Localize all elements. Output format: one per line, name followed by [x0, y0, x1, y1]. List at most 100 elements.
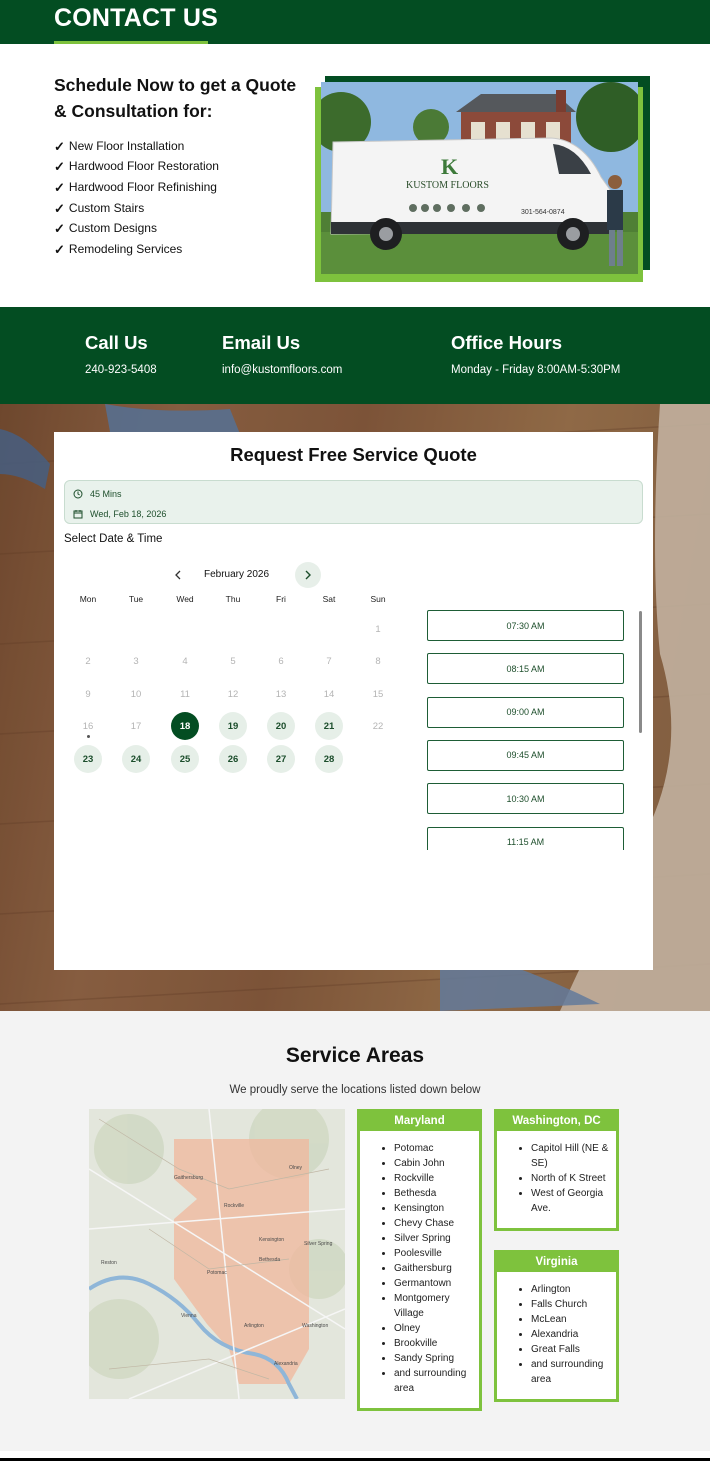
region-list-item: Germantown	[394, 1276, 473, 1291]
calendar-day[interactable]: 26	[219, 745, 247, 773]
calendar-day[interactable]: 23	[74, 745, 102, 773]
call-us-title: Call Us	[85, 332, 148, 353]
time-slot-button[interactable]: 07:30 AM	[427, 610, 624, 641]
month-label: February 2026	[204, 569, 270, 580]
call-us-block: Call Us 240-923-5408	[85, 332, 157, 376]
weekday-label: Thu	[225, 594, 241, 604]
map-label: Alexandria	[274, 1361, 298, 1367]
weekday-label: Fri	[276, 594, 286, 604]
region-list: Capitol Hill (NE & SE)North of K StreetW…	[497, 1131, 616, 1216]
calendar-day: 7	[326, 655, 332, 667]
service-label: Hardwood Floor Restoration	[68, 159, 219, 174]
region-list-item: Falls Church	[531, 1297, 610, 1312]
booking-summary: 45 Mins Wed, Feb 18, 2026	[64, 480, 643, 524]
prev-month-button[interactable]	[170, 562, 186, 588]
region-title: Virginia	[497, 1253, 616, 1272]
van-photo: K KUSTOM FLOORS 301-564-0874	[321, 82, 638, 274]
svg-text:K: K	[441, 154, 458, 179]
chevron-right-icon	[305, 570, 311, 580]
calendar-day: 1	[375, 623, 381, 635]
service-areas-section: Service Areas We proudly serve the locat…	[0, 1011, 710, 1451]
van-brand-text: KUSTOM FLOORS	[406, 180, 489, 191]
check-icon: ✓	[54, 221, 65, 237]
calendar-day: 2	[85, 655, 91, 667]
service-label: New Floor Installation	[68, 138, 185, 153]
check-icon: ✓	[54, 159, 65, 175]
duration-label: 45 Mins	[90, 489, 122, 499]
region-list-item: McLean	[531, 1312, 610, 1327]
calendar-day: 10	[130, 688, 142, 700]
office-hours-title: Office Hours	[451, 332, 563, 353]
region-list-item: Potomac	[394, 1141, 473, 1156]
service-areas-title: Service Areas	[285, 1044, 425, 1067]
email-link[interactable]: info@kustomfloors.com	[222, 364, 342, 376]
calendar-day: 5	[230, 655, 236, 667]
intro-heading: Schedule Now to get a Quote & Consultati…	[54, 75, 297, 121]
time-slot-button[interactable]: 10:30 AM	[427, 783, 624, 815]
region-list-item: Great Falls	[531, 1342, 610, 1357]
van-illustration: K KUSTOM FLOORS 301-564-0874	[321, 82, 638, 274]
map-label: Arlington	[244, 1323, 264, 1329]
calendar-day-selected[interactable]: 18	[171, 712, 199, 740]
map-label: Gaithersburg	[174, 1175, 203, 1181]
time-slot-button[interactable]: 09:45 AM	[427, 739, 624, 771]
next-month-button[interactable]	[295, 562, 321, 588]
time-slot-button[interactable]: 09:00 AM	[427, 696, 624, 728]
service-label: Hardwood Floor Refinishing	[68, 179, 217, 194]
slots-scrollbar[interactable]	[639, 611, 642, 733]
title-underline	[54, 41, 208, 44]
map-label: Kensington	[259, 1237, 284, 1243]
map-label: Rockville	[224, 1203, 244, 1209]
region-list-item: Montgomery Village	[394, 1291, 473, 1321]
region-list-item: Alexandria	[531, 1327, 610, 1342]
region-virginia: Virginia ArlingtonFalls ChurchMcLeanAlex…	[494, 1250, 619, 1402]
calendar-day: 6	[278, 655, 284, 667]
region-list: PotomacCabin JohnRockvilleBethesdaKensin…	[360, 1131, 479, 1396]
map-label: Reston	[101, 1260, 117, 1266]
office-hours-block: Office Hours Monday - Friday 8:00AM-5:30…	[451, 332, 620, 376]
service-label: Remodeling Services	[68, 241, 183, 256]
calendar-day: 3	[133, 655, 139, 667]
region-list-item: Silver Spring	[394, 1231, 473, 1246]
calendar-day[interactable]: 25	[171, 745, 199, 773]
region-list-item: Poolesville	[394, 1246, 473, 1261]
weekday-label: Tue	[128, 594, 144, 604]
time-slot-button[interactable]: 08:15 AM	[427, 653, 624, 685]
service-item: ✓ Hardwood Floor Refinishing	[54, 177, 219, 198]
date-row: Wed, Feb 18, 2026	[73, 509, 166, 519]
calendar-icon	[73, 510, 83, 519]
region-list-item: North of K Street	[531, 1171, 610, 1186]
calendar-day: 8	[375, 655, 381, 667]
region-list-item: Arlington	[531, 1282, 610, 1297]
region-list-item: Capitol Hill (NE & SE)	[531, 1141, 610, 1171]
map-label: Vienna	[181, 1313, 197, 1319]
service-list: ✓ New Floor Installation ✓ Hardwood Floor …	[54, 136, 219, 260]
calendar-day[interactable]: 21	[315, 712, 343, 740]
calendar-day[interactable]: 20	[267, 712, 295, 740]
check-icon: ✓	[54, 179, 65, 195]
calendar-day: 11	[180, 688, 190, 700]
calendar-day: 4	[182, 655, 188, 667]
region-maryland: Maryland PotomacCabin JohnRockvilleBethe…	[357, 1109, 482, 1411]
region-list-item: West of Georgia Ave.	[531, 1186, 610, 1216]
weekday-label: Sat	[322, 594, 336, 604]
region-list-item: Sandy Spring	[394, 1351, 473, 1366]
calendar-day: 12	[227, 688, 239, 700]
calendar-day[interactable]: 19	[219, 712, 247, 740]
contact-info-band: Call Us 240-923-5408 Email Us info@kusto…	[0, 307, 710, 404]
calendar-day: 13	[275, 688, 287, 700]
weekday-label: Wed	[176, 594, 194, 604]
select-date-time-label: Select Date & Time	[64, 533, 163, 545]
time-slot-list: 07:30 AM 08:15 AM 09:00 AM 09:45 AM 10:30 AM…	[427, 610, 625, 850]
region-title: Maryland	[360, 1112, 479, 1131]
time-slot-button[interactable]: 11:15 AM	[427, 826, 624, 850]
phone-link[interactable]: 240-923-5408	[85, 364, 157, 376]
calendar-day: 15	[372, 688, 384, 700]
calendar-day[interactable]: 24	[122, 745, 150, 773]
service-area-map: Gaithersburg Rockville Kensington Silver…	[89, 1109, 345, 1399]
region-list: ArlingtonFalls ChurchMcLeanAlexandriaGre…	[497, 1272, 616, 1387]
calendar-day[interactable]: 27	[267, 745, 295, 773]
booking-widget: Request Free Service Quote 45 Mins Wed, …	[54, 432, 653, 970]
weekday-label: Sun	[370, 594, 386, 604]
calendar-day[interactable]: 28	[315, 745, 343, 773]
